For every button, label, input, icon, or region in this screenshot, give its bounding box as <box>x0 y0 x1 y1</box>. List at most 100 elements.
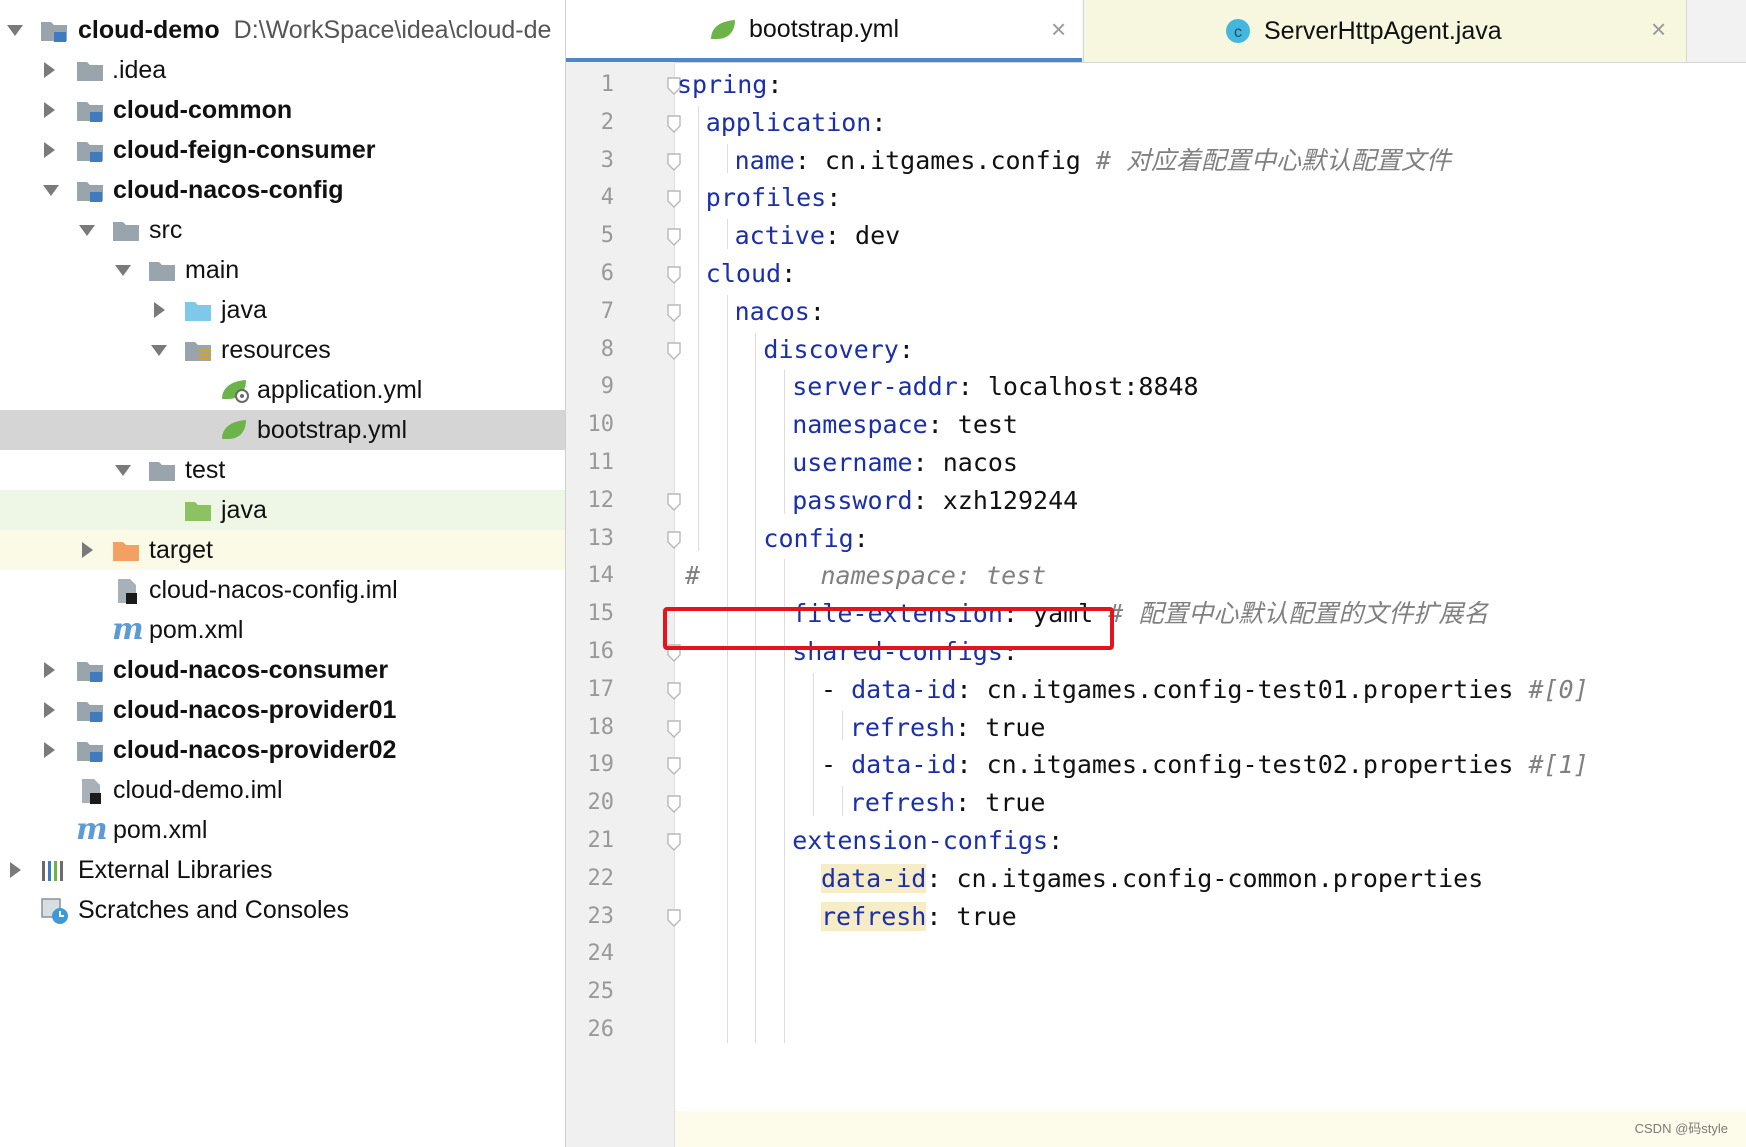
yaml-colon: : <box>912 448 943 477</box>
code-line[interactable]: nacos: <box>735 291 825 333</box>
code-line[interactable]: data-id: cn.itgames.config-common.proper… <box>821 858 1483 900</box>
yaml-key: application <box>705 107 872 137</box>
editor-tab-bar: bootstrap.yml × c ServerHttpAgent.java × <box>566 0 1746 63</box>
tree-item-cloud-common[interactable]: cloud-common <box>0 90 565 130</box>
tree-item-cloud-nacos-consumer[interactable]: cloud-nacos-consumer <box>0 650 565 690</box>
tree-item-bootstrap-yml[interactable]: bootstrap.yml <box>0 410 565 450</box>
collapse-arrow-icon[interactable] <box>112 259 134 281</box>
expand-arrow-icon[interactable] <box>38 99 60 121</box>
line-number: 15 <box>587 601 615 627</box>
code-line[interactable]: spring: <box>677 64 782 106</box>
indent-guide <box>755 332 757 1043</box>
tree-item-label: resources <box>221 336 331 364</box>
tree-item-test-java[interactable]: java <box>0 490 565 530</box>
collapse-arrow-icon[interactable] <box>148 339 170 361</box>
source-folder-icon <box>184 297 212 323</box>
maven-pom-icon: m <box>76 812 108 847</box>
code-line[interactable]: application: <box>706 102 887 144</box>
tree-item-cloud-nacos-provider02[interactable]: cloud-nacos-provider02 <box>0 730 565 770</box>
tree-item-src[interactable]: src <box>0 210 565 250</box>
tree-item-target[interactable]: target <box>0 530 565 570</box>
code-line[interactable]: profiles: <box>706 177 841 219</box>
tab-serverhttpagent-java[interactable]: c ServerHttpAgent.java × <box>1083 0 1687 62</box>
tree-item-label: target <box>149 536 213 564</box>
tree-item-root-pom-xml[interactable]: m pom.xml <box>0 810 565 850</box>
tree-item-cloud-nacos-provider01[interactable]: cloud-nacos-provider01 <box>0 690 565 730</box>
yaml-key: username <box>792 448 913 477</box>
code-line[interactable]: discovery: <box>763 329 914 371</box>
folder-icon <box>148 257 176 283</box>
tree-item-label: cloud-feign-consumer <box>113 136 376 164</box>
expand-arrow-icon[interactable] <box>38 699 60 721</box>
tree-item-label: main <box>185 256 240 284</box>
close-icon[interactable]: × <box>1651 14 1666 45</box>
collapse-arrow-icon[interactable] <box>40 179 62 201</box>
code-line[interactable]: refresh: true <box>850 782 1046 824</box>
tree-root-cloud-demo[interactable]: cloud-demo D:\WorkSpace\idea\cloud-de <box>0 10 565 50</box>
tree-item-label: pom.xml <box>149 616 244 644</box>
yaml-key: server-addr <box>792 372 958 402</box>
module-icon <box>76 177 104 203</box>
tree-item-cloud-nacos-config[interactable]: cloud-nacos-config <box>0 170 565 210</box>
tree-item-label: cloud-nacos-config.iml <box>149 576 398 604</box>
line-number: 23 <box>587 903 615 929</box>
yaml-value: cn.itgames.config-test01.properties <box>986 674 1529 704</box>
code-line[interactable]: refresh: true <box>821 896 1017 938</box>
yaml-value: xzh129244 <box>942 485 1079 515</box>
tree-item-cloud-nacos-config-iml[interactable]: cloud-nacos-config.iml <box>0 570 565 610</box>
line-number: 10 <box>587 412 615 438</box>
collapse-arrow-icon[interactable] <box>76 219 98 241</box>
tree-item-cloud-demo-iml[interactable]: cloud-demo.iml <box>0 770 565 810</box>
indent-guide <box>697 105 699 552</box>
tree-item-label: bootstrap.yml <box>257 416 408 444</box>
code-area[interactable]: spring: application: name: cn.itgames.conf… <box>675 62 1746 1147</box>
code-line[interactable]: extension-configs: <box>792 820 1063 862</box>
tab-label: ServerHttpAgent.java <box>1264 17 1502 45</box>
tree-item-pom-xml[interactable]: m pom.xml <box>0 610 565 650</box>
yaml-value: true <box>985 712 1046 742</box>
tab-bootstrap-yml[interactable]: bootstrap.yml × <box>566 0 1082 62</box>
tree-item-resources[interactable]: resources <box>0 330 565 370</box>
collapse-arrow-icon[interactable] <box>112 459 134 481</box>
tree-item-test[interactable]: test <box>0 450 565 490</box>
code-line[interactable]: refresh: true <box>850 707 1046 749</box>
close-icon[interactable]: × <box>1051 14 1066 45</box>
expand-arrow-icon[interactable] <box>148 299 170 321</box>
maven-pom-icon: m <box>112 612 144 647</box>
expand-arrow-icon[interactable] <box>76 539 98 561</box>
collapse-arrow-icon[interactable] <box>4 19 26 41</box>
code-line[interactable]: - data-id: cn.itgames.config-test02.prop… <box>821 744 1589 786</box>
yaml-key: nacos <box>734 296 810 326</box>
tree-item-main[interactable]: main <box>0 250 565 290</box>
code-line[interactable]: active: dev <box>735 215 901 257</box>
expand-arrow-icon[interactable] <box>38 139 60 161</box>
code-line[interactable]: namespace: test <box>792 404 1018 446</box>
code-line[interactable]: name: cn.itgames.config # 对应着配置中心默认配置文件 <box>735 140 1451 182</box>
code-line[interactable]: cloud: <box>706 253 796 295</box>
tree-item-scratches-and-consoles[interactable]: Scratches and Consoles <box>0 890 565 930</box>
expand-arrow-icon[interactable] <box>4 859 26 881</box>
tree-item-external-libraries[interactable]: External Libraries <box>0 850 565 890</box>
watermark: CSDN @码style <box>1634 1121 1728 1136</box>
tree-root-label: cloud-demo <box>78 16 220 44</box>
code-line[interactable]: server-addr: localhost:8848 <box>792 366 1198 408</box>
expand-arrow-icon[interactable] <box>38 59 60 81</box>
code-line[interactable]: config: <box>763 518 868 560</box>
code-line[interactable]: # namespace: test <box>685 555 1046 597</box>
yaml-key: data-id <box>821 863 927 893</box>
tree-item-label: cloud-nacos-provider01 <box>113 696 397 724</box>
tree-item-main-java[interactable]: java <box>0 290 565 330</box>
tree-item-label: .idea <box>112 56 167 84</box>
line-number: 7 <box>600 298 614 324</box>
tree-item-idea[interactable]: .idea <box>0 50 565 90</box>
yaml-comment: # 对应着配置中心默认配置文件 <box>1095 145 1451 175</box>
tree-item-cloud-feign-consumer[interactable]: cloud-feign-consumer <box>0 130 565 170</box>
tree-item-application-yml[interactable]: application.yml <box>0 370 565 410</box>
code-line[interactable]: password: xzh129244 <box>792 480 1078 522</box>
code-line[interactable]: username: nacos <box>792 442 1018 484</box>
yaml-key: password <box>792 485 913 515</box>
tree-item-label: application.yml <box>257 376 423 404</box>
expand-arrow-icon[interactable] <box>38 739 60 761</box>
code-line[interactable]: - data-id: cn.itgames.config-test01.prop… <box>821 669 1589 711</box>
expand-arrow-icon[interactable] <box>38 659 60 681</box>
